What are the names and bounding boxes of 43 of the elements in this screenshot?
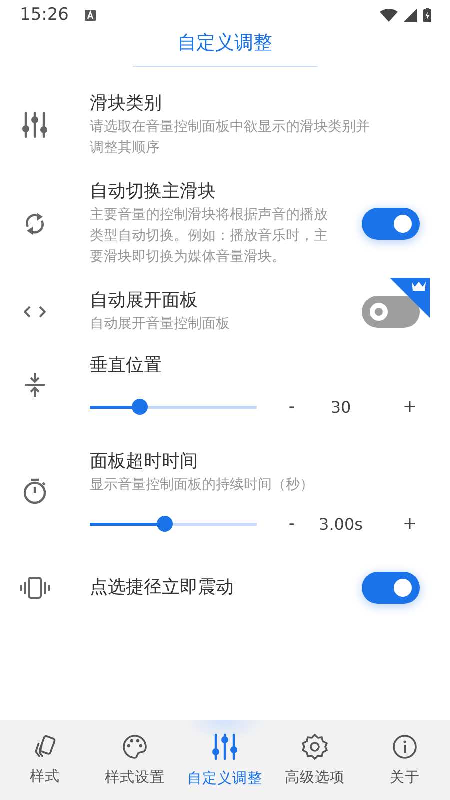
sliders-icon — [212, 732, 238, 760]
increase-button[interactable]: + — [395, 397, 425, 417]
increase-button[interactable]: + — [395, 514, 425, 534]
nav-tab[interactable]: 样式设置 — [90, 720, 180, 800]
sliders-icon — [22, 111, 48, 139]
vibrate-icon — [20, 577, 50, 599]
vertical-align-icon — [24, 373, 46, 397]
slider-thumb[interactable] — [157, 516, 174, 532]
notification-icon — [85, 10, 96, 20]
toggle-switch[interactable] — [362, 296, 420, 328]
cards-icon — [33, 734, 57, 758]
battery-icon — [423, 8, 432, 22]
toggle-switch[interactable] — [362, 208, 420, 240]
stopwatch-icon — [23, 478, 47, 505]
slider-value: 30 — [330, 398, 352, 416]
signal-icon — [404, 8, 417, 22]
setting-description: 显示音量控制面板的持续时间（秒） — [90, 476, 315, 495]
nav-tab[interactable]: 高级选项 — [270, 720, 360, 800]
decrease-button[interactable]: - — [277, 514, 307, 534]
setting-description: 自动展开音量控制面板 — [90, 315, 231, 334]
setting-title: 自动展开面板 — [90, 289, 199, 313]
setting-title: 面板超时时间 — [90, 450, 199, 474]
sync-icon — [24, 212, 46, 236]
decrease-button[interactable]: - — [277, 397, 307, 417]
page-title: 自定义调整 — [132, 30, 318, 67]
slider-thumb[interactable] — [132, 399, 148, 415]
setting-title: 自动切换主滑块 — [90, 180, 217, 204]
setting-title: 垂直位置 — [90, 354, 163, 378]
crown-badge-icon — [390, 278, 430, 318]
info-icon — [392, 734, 418, 760]
nav-tab[interactable]: 关于 — [360, 720, 450, 800]
setting-description: 主要音量的控制滑块将根据声音的播放类型自动切换。例如：播放音乐时，主要滑块即切换为媒体音量滑块。 — [90, 206, 329, 267]
palette-icon — [122, 734, 148, 760]
status-time: 15:26 — [20, 5, 69, 25]
toggle-switch[interactable] — [362, 572, 420, 604]
settings-icon — [302, 734, 328, 760]
code-icon — [24, 306, 46, 318]
setting-title: 点选捷径立即震动 — [90, 576, 235, 600]
nav-tab[interactable]: 样式 — [0, 720, 90, 800]
setting-title: 滑块类别 — [90, 92, 163, 116]
wifi-icon — [380, 8, 398, 22]
setting-description: 请选取在音量控制面板中欲显示的滑块类别并调整其顺序 — [90, 118, 370, 158]
slider-value: 3.00s — [318, 514, 364, 534]
